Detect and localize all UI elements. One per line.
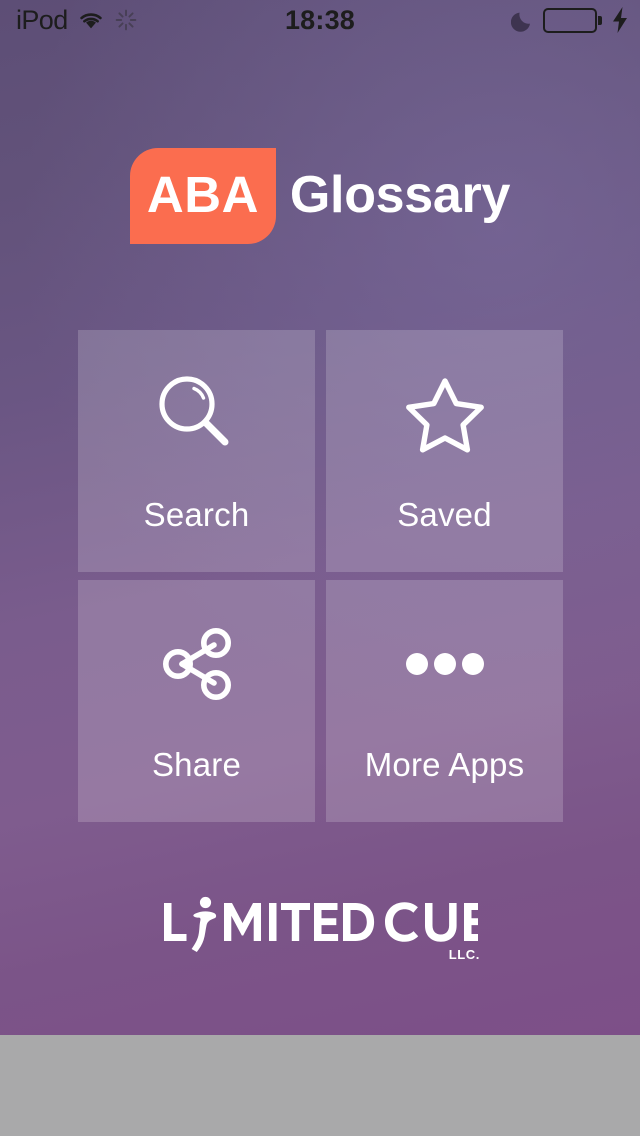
magnifier-icon: [78, 330, 315, 498]
company-brand[interactable]: LLC.: [0, 893, 640, 963]
star-outline-icon: [326, 330, 563, 498]
share-nodes-icon: [78, 580, 315, 748]
tile-label: More Apps: [364, 746, 525, 783]
ellipsis-dot: [405, 653, 428, 675]
tile-label: Saved: [397, 496, 492, 533]
logo-wordmark: Glossary: [289, 165, 511, 224]
logo-badge-text: ABA: [146, 166, 259, 223]
menu-grid: Search Saved Share More Apps: [78, 330, 563, 822]
tile-label: Search: [143, 496, 250, 533]
tile-label: Share: [151, 746, 242, 783]
app-logo: ABA Glossary: [0, 147, 640, 244]
status-bar: iPod 18:38: [0, 0, 640, 40]
tile-saved[interactable]: Saved: [326, 330, 563, 572]
brand-suffix: LLC.: [448, 947, 480, 962]
ellipsis-dot: [433, 653, 456, 675]
limitedcue-wordmark-2: [385, 902, 478, 942]
moon-icon: [510, 8, 535, 32]
limitedcue-wordmark: [164, 896, 375, 952]
ellipsis-icon: [326, 580, 563, 748]
tile-share[interactable]: Share: [78, 580, 315, 822]
status-bar-right: [510, 0, 629, 40]
ellipsis-dot: [461, 653, 484, 675]
app-screen: iPod 18:38 ABA Glossary Search Saved Sha…: [0, 0, 640, 1035]
tile-more-apps[interactable]: More Apps: [326, 580, 563, 822]
battery-icon: [542, 7, 602, 33]
tile-search[interactable]: Search: [78, 330, 315, 572]
logo-badge: ABA: [129, 147, 276, 244]
device-bezel: [0, 1035, 640, 1136]
lightning-bolt-icon: [610, 7, 628, 33]
